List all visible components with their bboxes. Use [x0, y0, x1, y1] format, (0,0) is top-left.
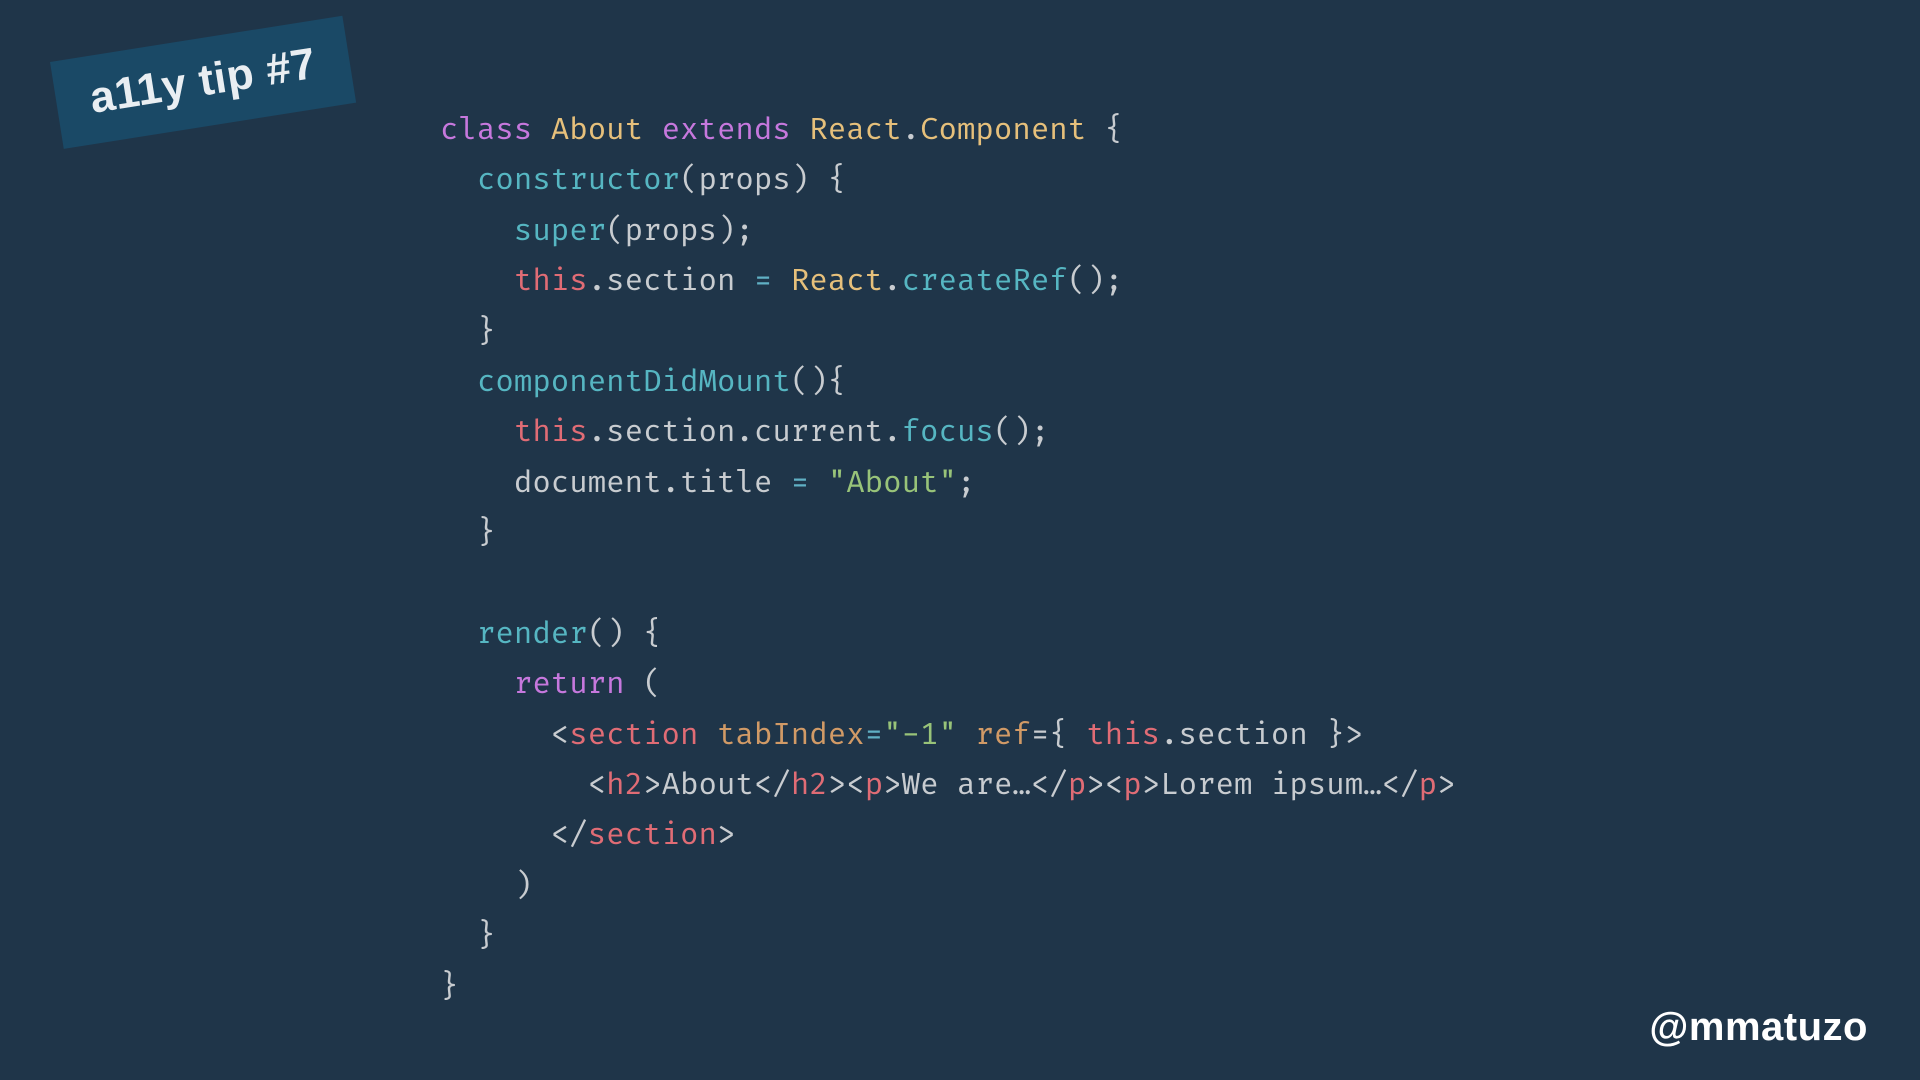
code-token: p — [1419, 767, 1437, 804]
code-token: ref — [975, 717, 1030, 754]
code-token: Lorem ipsum… — [1160, 767, 1382, 804]
code-token: tabIndex — [717, 717, 865, 754]
code-token: . — [902, 112, 920, 149]
code-token — [698, 717, 716, 754]
code-token: .section.current. — [588, 414, 902, 451]
code-token — [440, 162, 477, 199]
code-token: class — [440, 112, 532, 149]
code-token: About — [662, 767, 754, 804]
author-handle-text: @mmatuzo — [1649, 1005, 1868, 1049]
code-token: h2 — [791, 767, 828, 804]
code-token — [440, 868, 514, 905]
code-token — [440, 465, 514, 502]
code-token: React — [809, 112, 901, 149]
code-token: ={ — [1031, 717, 1086, 754]
code-token: constructor — [477, 162, 680, 199]
author-handle: @mmatuzo — [1649, 1005, 1868, 1050]
code-token: this — [1086, 717, 1160, 754]
code-token: (props) { — [680, 162, 846, 199]
code-token — [440, 314, 477, 351]
code-token: section — [569, 717, 698, 754]
code-token: "About" — [828, 465, 957, 502]
code-token: > — [643, 767, 661, 804]
code-token: () { — [588, 616, 662, 653]
code-token: = — [754, 263, 791, 300]
code-token — [440, 666, 514, 703]
code-token: h2 — [606, 767, 643, 804]
tip-badge: a11y tip #7 — [50, 16, 356, 149]
code-token: .section — [588, 263, 754, 300]
code-token: focus — [902, 414, 994, 451]
code-token — [440, 364, 477, 401]
code-token: (); — [994, 414, 1049, 451]
code-token: We are… — [902, 767, 1031, 804]
code-token: this — [514, 414, 588, 451]
code-token: "-1" — [883, 717, 957, 754]
code-token: </ — [1382, 767, 1419, 804]
code-token: { — [1086, 112, 1123, 149]
code-token: extends — [662, 112, 791, 149]
code-token: } — [477, 515, 495, 552]
code-token: > — [828, 767, 846, 804]
code-token: ) — [514, 868, 532, 905]
code-token: </ — [1031, 767, 1068, 804]
code-token — [957, 717, 975, 754]
code-token: section — [588, 817, 717, 854]
code-token: < — [1105, 767, 1123, 804]
code-token: .section } — [1160, 717, 1345, 754]
tip-badge-label: a11y tip #7 — [86, 39, 319, 123]
code-token: createRef — [902, 263, 1068, 300]
code-token: document.title — [514, 465, 791, 502]
slide: a11y tip #7 class About extends React.Co… — [0, 0, 1920, 1080]
code-token: > — [1345, 717, 1363, 754]
code-token: > — [717, 817, 735, 854]
code-token: componentDidMount — [477, 364, 791, 401]
code-token — [440, 918, 477, 955]
code-token — [440, 767, 588, 804]
code-token — [440, 515, 477, 552]
code-token: < — [846, 767, 864, 804]
code-token: super — [514, 213, 606, 250]
code-token — [440, 414, 514, 451]
code-token: < — [588, 767, 606, 804]
code-token: (props); — [606, 213, 754, 250]
code-token: < — [551, 717, 569, 754]
code-token: . — [883, 263, 901, 300]
code-token: (); — [1068, 263, 1123, 300]
code-token: return — [514, 666, 625, 703]
code-token: About — [551, 112, 643, 149]
code-token: render — [477, 616, 588, 653]
code-token — [440, 263, 514, 300]
code-token — [440, 213, 514, 250]
code-token: Component — [920, 112, 1086, 149]
code-token: p — [1068, 767, 1086, 804]
code-token: > — [1142, 767, 1160, 804]
code-token: } — [477, 918, 495, 955]
code-token: = — [791, 465, 828, 502]
code-block: class About extends React.Component { co… — [440, 106, 1456, 1013]
code-token: ( — [625, 666, 662, 703]
code-token: } — [477, 314, 495, 351]
code-token: = — [865, 717, 883, 754]
code-token: React — [791, 263, 883, 300]
code-token: > — [1437, 767, 1455, 804]
code-token: ; — [957, 465, 975, 502]
code-token: </ — [754, 767, 791, 804]
code-token — [440, 817, 551, 854]
code-token — [440, 616, 477, 653]
code-token: this — [514, 263, 588, 300]
code-token — [440, 717, 551, 754]
code-token: p — [865, 767, 883, 804]
code-token: </ — [551, 817, 588, 854]
code-token: > — [1086, 767, 1104, 804]
code-token: } — [440, 969, 458, 1006]
code-token: > — [883, 767, 901, 804]
code-token: p — [1123, 767, 1141, 804]
code-token: (){ — [791, 364, 846, 401]
